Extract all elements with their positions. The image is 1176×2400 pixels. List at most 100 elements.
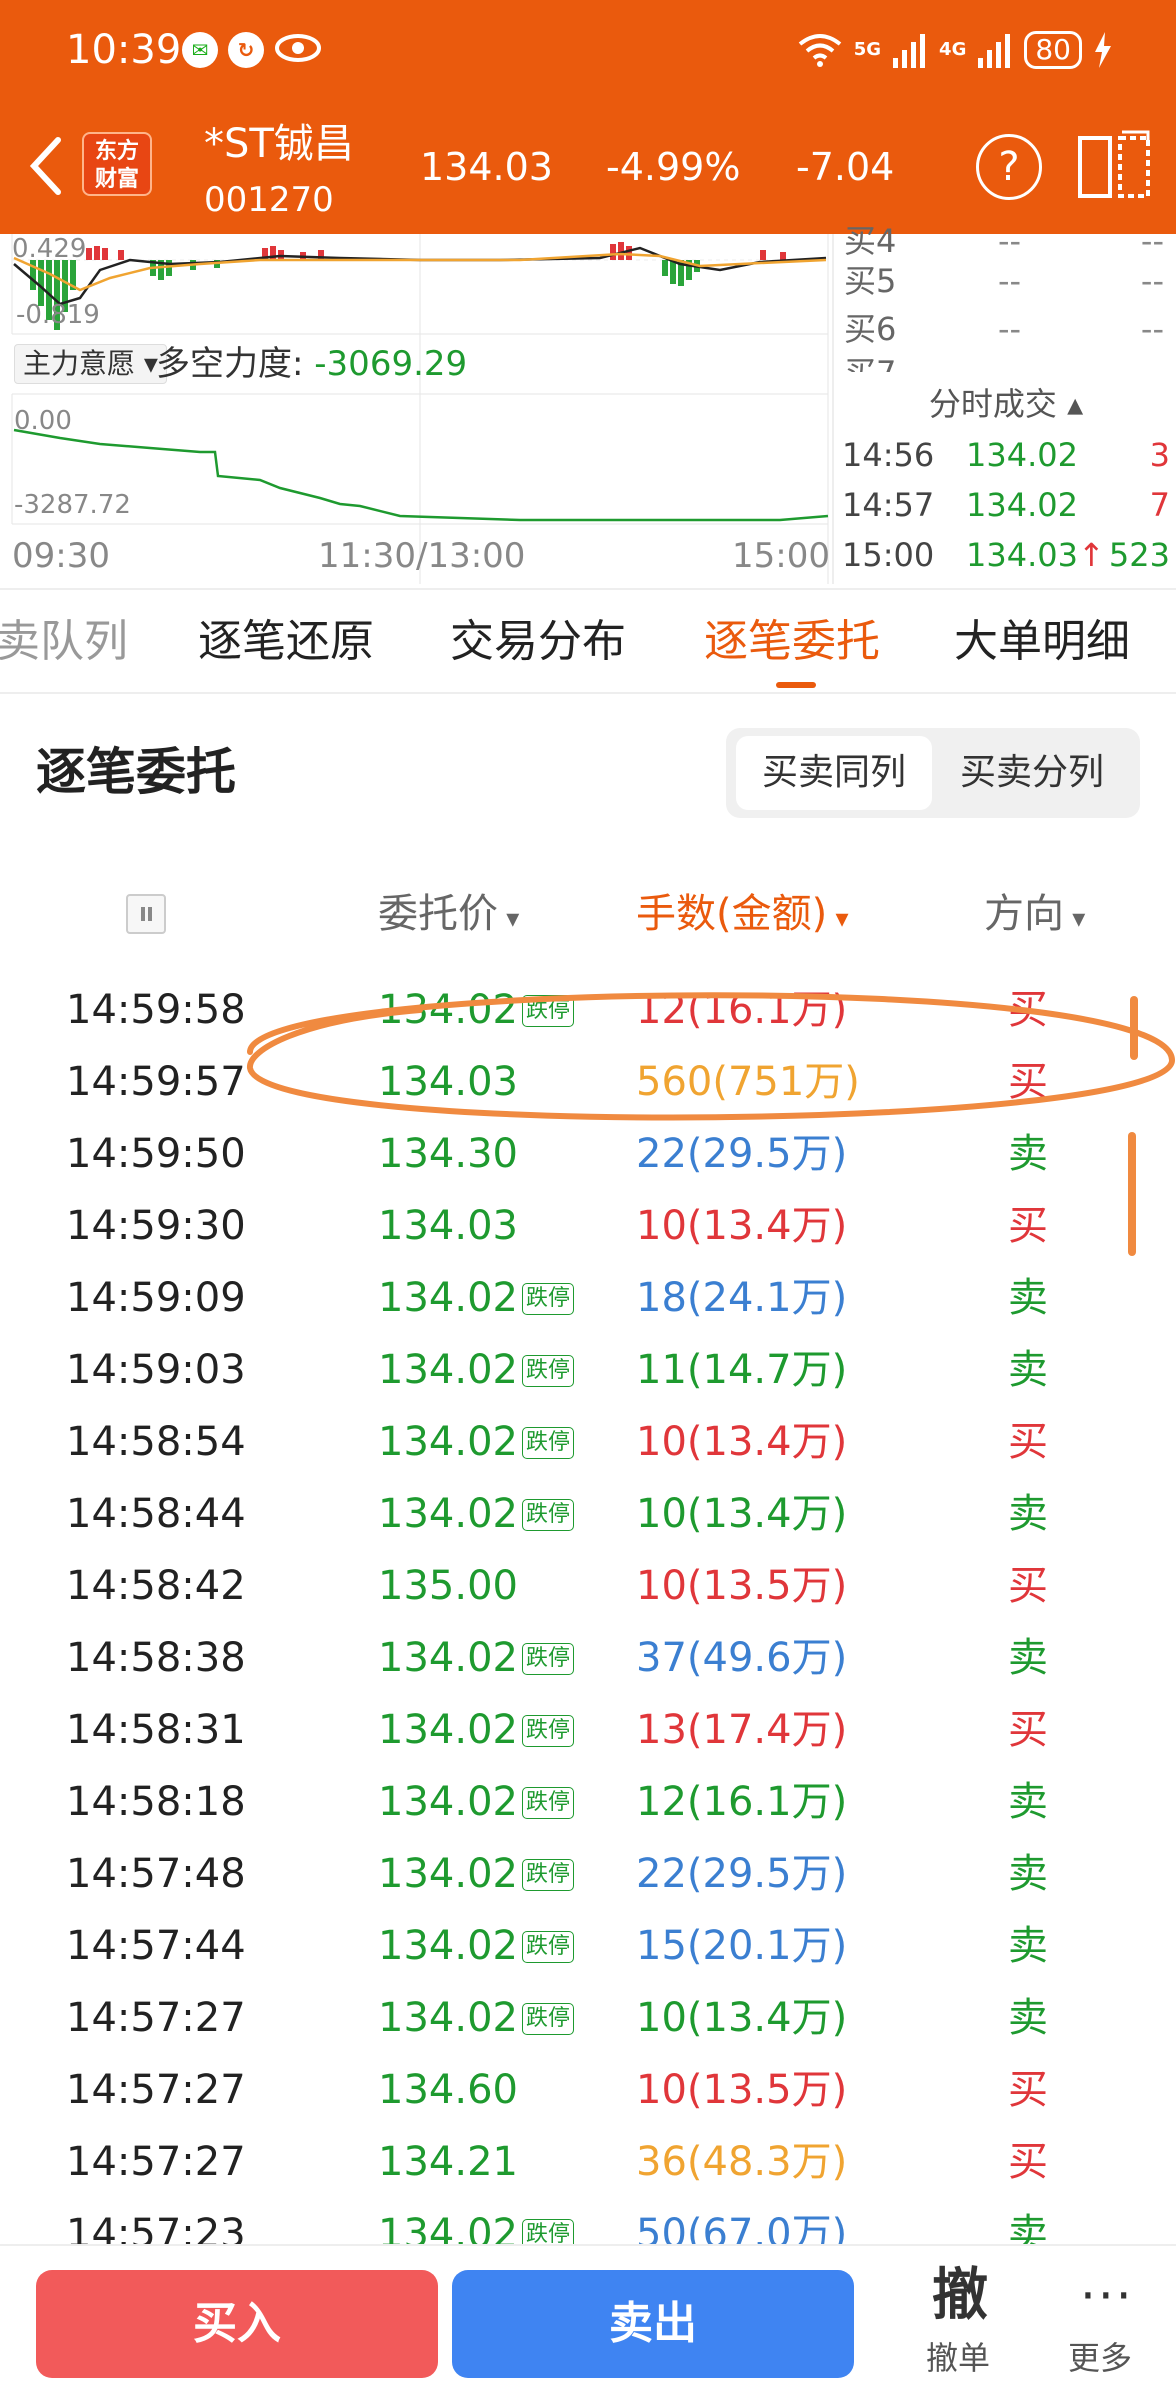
same-column-option[interactable]: 买卖同列 <box>736 736 932 810</box>
tab-sell-queue[interactable]: 卖队列 <box>0 614 128 670</box>
more-icon[interactable]: ··· <box>1080 2264 1134 2328</box>
tab-large-orders[interactable]: 大单明细 <box>954 614 1130 670</box>
table-row[interactable]: 14:59:50 134.30 22(29.5万) 卖 <box>0 1118 1176 1190</box>
upper-top-label: 0.429 <box>12 234 87 264</box>
more-label[interactable]: 更多 <box>1068 2338 1132 2378</box>
split-column-option[interactable]: 买卖分列 <box>934 736 1130 810</box>
table-row[interactable]: 14:57:27 134.21 36(48.3万) 买 <box>0 2126 1176 2198</box>
order-time: 14:57:44 <box>66 1923 246 1969</box>
bid-row: 买5 -- -- <box>838 258 1174 304</box>
tick-volume: 523 <box>1108 536 1170 574</box>
sort-caret-icon: ▾ <box>498 904 520 934</box>
order-time: 14:59:58 <box>66 987 246 1033</box>
table-row[interactable]: 14:59:57 134.03 560(751万) 买 <box>0 1046 1176 1118</box>
trade-action-bar: 买入 卖出 撤 撤单 ··· 更多 <box>0 2244 1176 2400</box>
order-time: 14:57:48 <box>66 1851 246 1897</box>
table-row[interactable]: 14:58:44 134.02 跌停 10(13.4万) 卖 <box>0 1478 1176 1550</box>
limit-down-badge: 跌停 <box>521 1715 574 1747</box>
order-direction: 买 <box>1008 1707 1048 1753</box>
eye-icon <box>275 34 321 62</box>
order-price: 134.02 跌停 <box>378 1622 574 1694</box>
limit-down-badge: 跌停 <box>521 1427 574 1459</box>
table-row[interactable]: 14:59:58 134.02 跌停 12(16.1万) 买 <box>0 974 1176 1046</box>
order-time: 14:59:03 <box>66 1347 246 1393</box>
chart-lines <box>11 234 829 584</box>
pause-icon[interactable] <box>126 894 166 934</box>
table-row[interactable]: 14:58:54 134.02 跌停 10(13.4万) 买 <box>0 1406 1176 1478</box>
order-volume: 18(24.1万) <box>636 1275 848 1321</box>
order-price-value: 134.02 <box>378 987 518 1033</box>
tab-tick-restore[interactable]: 逐笔还原 <box>198 614 374 670</box>
tick-price-value: 134.03 <box>966 536 1078 574</box>
tick-trades-header[interactable]: 分时成交 ▴ <box>834 384 1176 424</box>
table-row[interactable]: 14:57:44 134.02 跌停 15(20.1万) 卖 <box>0 1910 1176 1982</box>
back-arrow-icon[interactable] <box>24 130 68 202</box>
histogram-bars <box>30 242 786 330</box>
order-direction: 卖 <box>1008 1275 1048 1321</box>
order-volume: 10(13.5万) <box>636 1563 848 1609</box>
order-time: 14:59:09 <box>66 1275 246 1321</box>
notification-app-icon: ↻ <box>228 32 264 68</box>
mainforce-dropdown[interactable]: 主力意愿 ▾ <box>14 344 167 384</box>
section-title: 逐笔委托 <box>36 743 236 801</box>
tick-price: 134.03↑ <box>966 530 1105 580</box>
order-price: 134.02 跌停 <box>378 1838 574 1910</box>
order-direction: 卖 <box>1008 1851 1048 1897</box>
order-price: 134.60 <box>378 2054 518 2126</box>
order-volume: 10(13.5万) <box>636 2067 848 2113</box>
col-header-price-label: 委托价 <box>378 891 498 937</box>
table-row[interactable]: 14:57:23 134.02 跌停 50(67.0万) 卖 <box>0 2198 1176 2244</box>
table-row[interactable]: 14:59:30 134.03 10(13.4万) 买 <box>0 1190 1176 1262</box>
battery-indicator: 80 <box>1024 31 1082 69</box>
signal-bars-icon <box>893 34 926 68</box>
intraday-chart[interactable]: 0.429 -0.819 主力意愿 ▾ 多空力度: -3069.29 0.00 … <box>0 234 830 584</box>
table-row[interactable]: 14:59:03 134.02 跌停 11(14.7万) 卖 <box>0 1334 1176 1406</box>
table-row[interactable]: 14:58:38 134.02 跌停 37(49.6万) 卖 <box>0 1622 1176 1694</box>
table-row[interactable]: 14:57:27 134.60 10(13.5万) 买 <box>0 2054 1176 2126</box>
time-tick-close: 15:00 <box>732 536 830 576</box>
app-header: 10:39 ✉ ↻ 5G 4G 80 东方 财富 *ST铖昌 001270 13… <box>0 0 1176 234</box>
table-row[interactable]: 14:58:31 134.02 跌停 13(17.4万) 买 <box>0 1694 1176 1766</box>
bid-price: -- <box>998 310 1022 348</box>
layout-switch-icon[interactable] <box>1076 130 1152 200</box>
tick-volume: 7 <box>1149 486 1170 524</box>
time-tick-mid: 11:30/13:00 <box>318 536 526 576</box>
col-header-price[interactable]: 委托价 ▾ <box>378 886 519 947</box>
lower-bottom-label: -3287.72 <box>14 490 131 520</box>
table-row[interactable]: 14:57:27 134.02 跌停 10(13.4万) 卖 <box>0 1982 1176 2054</box>
sort-caret-icon: ▾ <box>827 904 849 934</box>
signal-5g-label: 5G <box>853 39 882 60</box>
table-row[interactable]: 14:59:09 134.02 跌停 18(24.1万) 卖 <box>0 1262 1176 1334</box>
order-volume: 50(67.0万) <box>636 2211 848 2244</box>
tick-row: 14:56 134.02 3 <box>842 430 1176 480</box>
col-header-volume[interactable]: 手数(金额) ▾ <box>636 886 849 947</box>
stock-change-amount: -7.04 <box>796 145 895 189</box>
sell-button[interactable]: 卖出 <box>452 2270 854 2378</box>
buy-button[interactable]: 买入 <box>36 2270 438 2378</box>
bid-price: -- <box>998 350 1021 372</box>
order-time: 14:58:42 <box>66 1563 246 1609</box>
order-direction: 买 <box>1008 1203 1048 1249</box>
table-row[interactable]: 14:58:42 135.00 10(13.5万) 买 <box>0 1550 1176 1622</box>
col-header-direction[interactable]: 方向 ▾ <box>984 886 1085 947</box>
help-button[interactable]: ? <box>976 134 1042 200</box>
limit-down-badge: 跌停 <box>521 1499 574 1531</box>
table-row[interactable]: 14:58:18 134.02 跌停 12(16.1万) 卖 <box>0 1766 1176 1838</box>
order-price-value: 134.02 <box>378 2211 518 2244</box>
tab-trade-distribution[interactable]: 交易分布 <box>450 614 626 670</box>
order-price-value: 134.02 <box>378 1923 518 1969</box>
col-header-direction-label: 方向 <box>984 891 1064 937</box>
limit-down-badge: 跌停 <box>521 1859 574 1891</box>
order-direction: 买 <box>1008 987 1048 1033</box>
bid-row: 买7 -- -- <box>838 350 1174 372</box>
tick-price: 134.02 <box>966 436 1078 474</box>
limit-down-badge: 跌停 <box>521 995 574 1027</box>
orders-table: 14:59:58 134.02 跌停 12(16.1万) 买 14:59:57 134.03… <box>0 974 1176 2244</box>
cancel-order-icon[interactable]: 撤 <box>932 2264 988 2328</box>
order-price-value: 134.02 <box>378 1275 518 1321</box>
table-row[interactable]: 14:57:48 134.02 跌停 22(29.5万) 卖 <box>0 1838 1176 1910</box>
cancel-order-label[interactable]: 撤单 <box>926 2338 990 2378</box>
tab-tick-orders[interactable]: 逐笔委托 <box>704 614 880 670</box>
order-price: 134.03 <box>378 1046 518 1118</box>
tick-time: 14:57 <box>842 486 935 524</box>
